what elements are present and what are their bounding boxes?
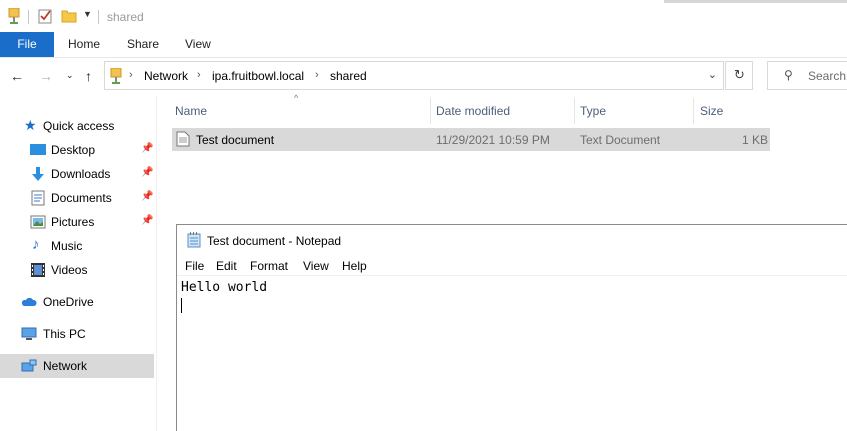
search-placeholder: Search sh	[808, 69, 847, 83]
sidebar-item-this-pc[interactable]: This PC	[0, 322, 154, 346]
sidebar-item-label: OneDrive	[43, 295, 94, 309]
sidebar-item-network[interactable]: Network	[0, 354, 154, 378]
breadcrumb-chevron-icon[interactable]: ›	[129, 69, 133, 81]
address-bar[interactable]: › Network › ipa.fruitbowl.local › shared…	[104, 61, 724, 90]
notepad-content: Hello world	[181, 280, 268, 295]
quick-access-separator	[28, 10, 29, 24]
notepad-text-area[interactable]: Hello world	[177, 275, 847, 431]
title-accent-bar	[664, 0, 847, 3]
sidebar-item-onedrive[interactable]: OneDrive	[0, 290, 154, 314]
sidebar-item-label: Videos	[51, 263, 88, 277]
sidebar-item-label: Music	[51, 239, 83, 253]
refresh-icon: ↻	[734, 67, 745, 82]
refresh-button[interactable]: ↻	[725, 61, 753, 90]
search-icon: ⚲	[784, 68, 793, 82]
search-input[interactable]: ⚲ Search sh	[767, 61, 847, 90]
properties-checkmark-icon[interactable]	[38, 8, 54, 24]
up-arrow-icon[interactable]: ↑	[85, 68, 92, 84]
computer-icon	[21, 327, 37, 340]
column-separator[interactable]	[574, 98, 575, 124]
menu-edit[interactable]: Edit	[216, 259, 237, 273]
file-size: 1 KB	[742, 133, 769, 147]
file-date-modified: 11/29/2021 10:59 PM	[436, 133, 550, 147]
ribbon: File Home Share View	[0, 32, 847, 57]
pin-icon[interactable]: 📌	[141, 191, 153, 202]
file-name: Test document	[196, 133, 275, 147]
downloads-icon	[32, 167, 44, 181]
pin-properties-icon[interactable]	[8, 8, 20, 24]
pictures-icon	[30, 215, 46, 229]
menu-help[interactable]: Help	[342, 259, 367, 273]
customize-toolbar-chevron-icon[interactable]: ▼	[83, 9, 92, 19]
column-header-size[interactable]: Size	[700, 104, 723, 118]
breadcrumb-chevron-icon[interactable]: ›	[315, 69, 319, 81]
notepad-app-icon	[187, 232, 201, 248]
documents-icon	[31, 190, 45, 206]
column-header-type[interactable]: Type	[580, 104, 606, 118]
text-caret	[181, 298, 182, 313]
sidebar-item-label: Pictures	[51, 215, 95, 229]
column-header-name[interactable]: Name	[175, 104, 207, 118]
sidebar-item-downloads[interactable]: Downloads 📌	[0, 162, 154, 186]
cloud-icon	[21, 297, 37, 306]
sidebar-item-documents[interactable]: Documents 📌	[0, 186, 154, 210]
sidebar-item-quick-access[interactable]: ★ Quick access	[0, 114, 154, 138]
forward-arrow-icon[interactable]: →	[39, 68, 53, 84]
text-file-icon	[176, 131, 190, 147]
menu-file[interactable]: File	[185, 259, 204, 273]
menu-view[interactable]: View	[303, 259, 329, 273]
sidebar-item-label: Desktop	[51, 143, 96, 157]
file-row[interactable]: Test document 11/29/2021 10:59 PM Text D…	[172, 128, 770, 151]
network-icon	[21, 359, 37, 372]
navigation-pane: ★ Quick access Desktop 📌 Downloads 📌 Doc…	[0, 96, 157, 431]
sidebar-item-label: Documents	[51, 191, 112, 205]
network-location-icon	[110, 68, 122, 84]
desktop-screen: ▼ shared File Home Share View ← → ⌄ ↑ › …	[0, 0, 847, 431]
file-type: Text Document	[580, 133, 661, 147]
ribbon-tab-view[interactable]: View	[185, 32, 211, 57]
menu-format[interactable]: Format	[250, 259, 288, 273]
sort-ascending-icon: ^	[294, 93, 299, 103]
sidebar-item-videos[interactable]: Videos	[0, 258, 154, 282]
explorer-title-bar: ▼ shared	[0, 0, 847, 32]
ribbon-tab-share[interactable]: Share	[127, 32, 159, 57]
column-header-date-modified[interactable]: Date modified	[436, 104, 510, 118]
ribbon-tab-file[interactable]: File	[0, 32, 54, 57]
address-history-chevron-icon[interactable]: ⌄	[708, 68, 717, 81]
desktop-icon	[30, 144, 46, 155]
title-separator	[98, 10, 99, 24]
videos-icon	[31, 263, 45, 277]
notepad-window: Test document - Notepad File Edit Format…	[176, 224, 847, 431]
sidebar-item-desktop[interactable]: Desktop 📌	[0, 138, 154, 162]
pin-icon[interactable]: 📌	[141, 167, 153, 178]
sidebar-item-label: Downloads	[51, 167, 111, 181]
notepad-title: Test document - Notepad	[207, 234, 342, 248]
pin-icon[interactable]: 📌	[141, 215, 153, 226]
sidebar-item-pictures[interactable]: Pictures 📌	[0, 210, 154, 234]
back-arrow-icon[interactable]: ←	[10, 68, 24, 84]
breadcrumb-host[interactable]: ipa.fruitbowl.local	[212, 69, 304, 83]
pin-icon[interactable]: 📌	[141, 143, 153, 154]
sidebar-item-label: Network	[43, 359, 88, 373]
breadcrumb-shared[interactable]: shared	[330, 69, 367, 83]
recent-locations-chevron-icon[interactable]: ⌄	[66, 70, 74, 81]
window-title: shared	[107, 10, 144, 24]
sidebar-item-label: Quick access	[43, 119, 115, 133]
sidebar-item-label: This PC	[43, 327, 86, 341]
breadcrumb-chevron-icon[interactable]: ›	[197, 69, 201, 81]
new-folder-icon[interactable]	[61, 8, 77, 24]
column-separator[interactable]	[693, 98, 694, 124]
address-row: ← → ⌄ ↑ › Network › ipa.fruitbowl.local …	[0, 58, 847, 96]
sidebar-item-music[interactable]: ♪ Music	[0, 234, 154, 258]
ribbon-tab-home[interactable]: Home	[68, 32, 100, 57]
star-icon: ★	[24, 117, 37, 133]
column-separator[interactable]	[430, 98, 431, 124]
music-icon: ♪	[32, 236, 40, 253]
breadcrumb-network[interactable]: Network	[144, 69, 188, 83]
